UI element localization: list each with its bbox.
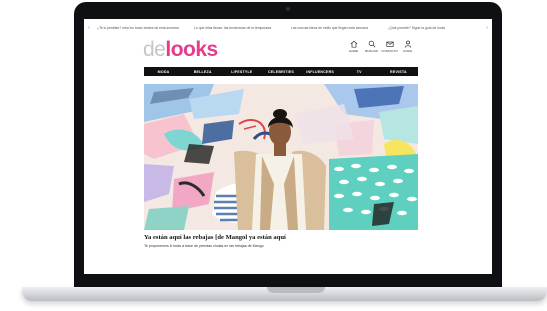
hero-image[interactable] xyxy=(144,84,418,230)
login-button[interactable]: LOGIN xyxy=(401,40,414,53)
camera-dot xyxy=(286,7,290,11)
article-subline: Te proponemos 8 looks a base de prendas … xyxy=(144,244,264,248)
nav-item-belleza[interactable]: BELLEZA xyxy=(183,67,222,76)
hero-collage-art xyxy=(144,84,418,230)
site-header: delooks HOME BUSCAR CONTACTO LOGIN xyxy=(84,37,492,63)
promo-message[interactable]: Lo que ellas llevan: las tendencias de l… xyxy=(191,26,288,30)
login-label: LOGIN xyxy=(402,49,413,53)
mail-icon xyxy=(385,41,394,47)
contact-label: CONTACTO xyxy=(381,49,398,53)
browser-viewport: ‹ ¿Te lo perdiste? mira los looks virale… xyxy=(84,19,492,274)
article-headline[interactable]: Ya están aquí las rebajas [de Mangol ya … xyxy=(144,234,444,241)
logo-brand: looks xyxy=(165,38,218,61)
nav-item-influencers[interactable]: INFLUENCERS xyxy=(301,67,340,76)
nav-item-lifestyle[interactable]: LIFESTYLE xyxy=(222,67,261,76)
user-icon xyxy=(404,40,411,48)
promo-prev-arrow-icon[interactable]: ‹ xyxy=(84,25,94,31)
laptop-notch xyxy=(267,287,325,293)
search-icon xyxy=(368,40,375,48)
promo-message[interactable]: ¿Te lo perdiste? mira los looks virales … xyxy=(94,26,191,30)
promo-message[interactable]: Las nuevas ideas de estilo que llegan es… xyxy=(288,26,385,30)
search-label: BUSCAR xyxy=(365,49,378,53)
nav-item-revista[interactable]: REVISTA xyxy=(379,67,418,76)
home-button[interactable]: HOME xyxy=(347,40,360,53)
home-icon xyxy=(350,40,357,48)
laptop-frame: ‹ ¿Te lo perdiste? mira los looks virale… xyxy=(0,0,547,311)
home-label: HOME xyxy=(349,49,358,53)
nav-item-celebrities[interactable]: CELEBRITIES xyxy=(261,67,300,76)
laptop-base xyxy=(22,287,547,301)
header-icons: HOME BUSCAR CONTACTO LOGIN xyxy=(347,40,414,53)
promo-message[interactable]: ¿Qué ponerte? Sigue la guía de looks xyxy=(385,26,482,30)
promo-bar: ‹ ¿Te lo perdiste? mira los looks virale… xyxy=(84,23,492,32)
site-logo[interactable]: delooks xyxy=(143,39,218,61)
main-nav: MODA BELLEZA LIFESTYLE CELEBRITIES INFLU… xyxy=(144,67,418,76)
search-button[interactable]: BUSCAR xyxy=(365,40,378,53)
logo-prefix: de xyxy=(143,38,166,61)
nav-item-tv[interactable]: TV xyxy=(340,67,379,76)
contact-button[interactable]: CONTACTO xyxy=(381,40,398,53)
nav-item-moda[interactable]: MODA xyxy=(144,67,183,76)
promo-next-arrow-icon[interactable]: › xyxy=(482,25,492,31)
